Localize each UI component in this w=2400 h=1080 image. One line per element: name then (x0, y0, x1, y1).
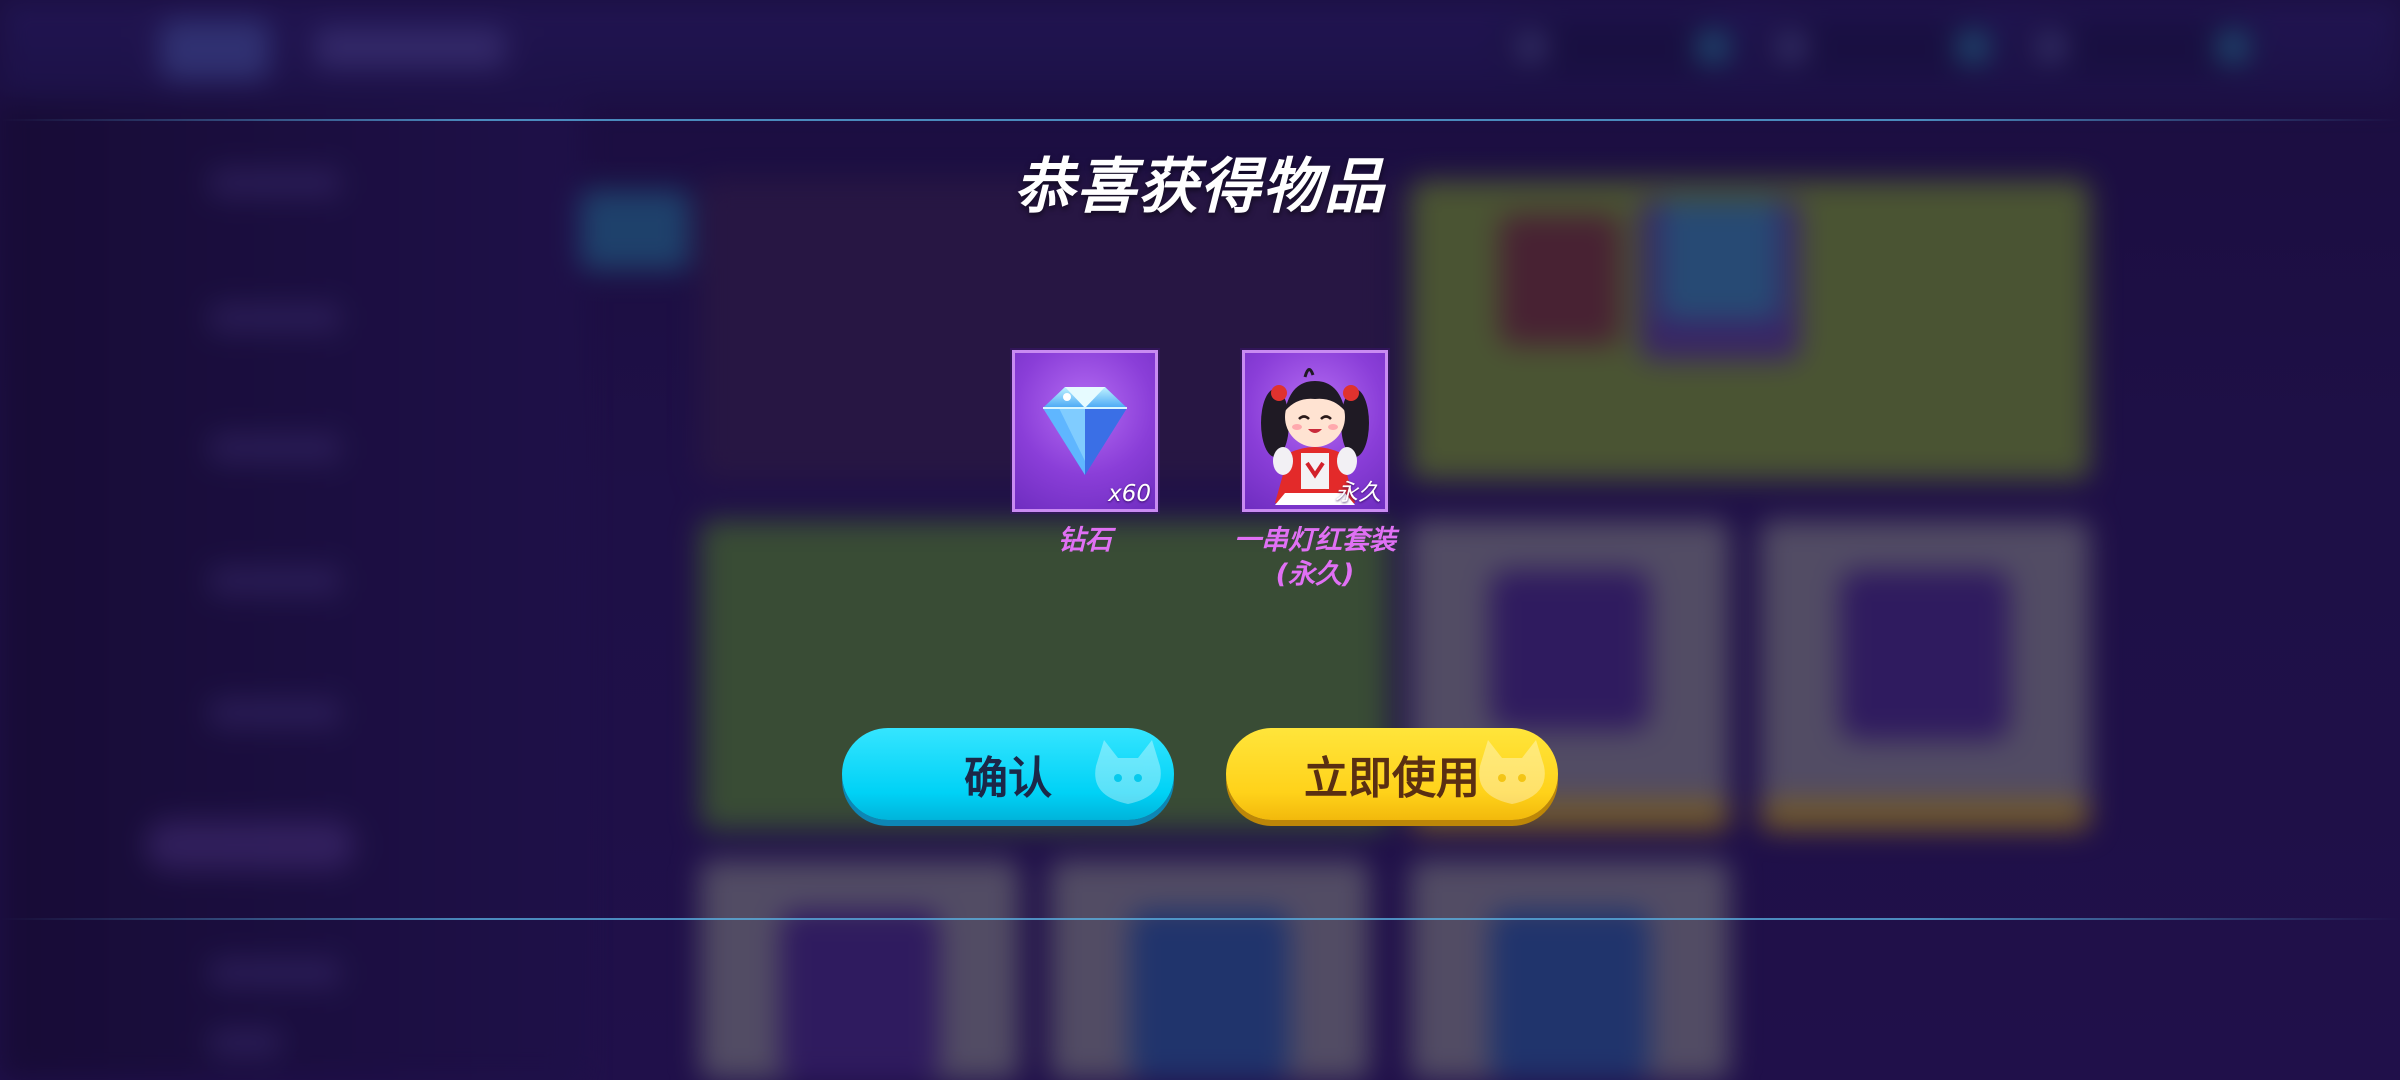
dialog-bottom-divider (0, 918, 2400, 920)
use-now-button[interactable]: 立即使用 (1226, 728, 1558, 820)
reward-dialog-title: 恭喜获得物品 (1014, 152, 1386, 222)
item-name: 一串灯红套装 (永久) (1165, 524, 1465, 592)
game-screen: 恭喜获得物品 x60 钻石 永久 一串灯红套装 (永久) 确认 立即使用 (0, 0, 2400, 1080)
use-now-button-label: 立即使用 (1304, 753, 1480, 804)
dialog-top-divider (0, 119, 2400, 121)
item-name-text: 一串灯红套装 (1234, 525, 1396, 556)
item-name-suffix: (永久) (1275, 559, 1355, 590)
item-name-text: 钻石 (1058, 525, 1112, 556)
reward-item-outfit[interactable]: 永久 (1242, 350, 1388, 512)
item-quantity: 永久 (1335, 480, 1381, 506)
reward-item-diamond[interactable]: x60 (1012, 350, 1158, 512)
confirm-button[interactable]: 确认 (842, 728, 1174, 820)
item-quantity: x60 (1108, 481, 1151, 507)
confirm-button-label: 确认 (964, 753, 1052, 804)
